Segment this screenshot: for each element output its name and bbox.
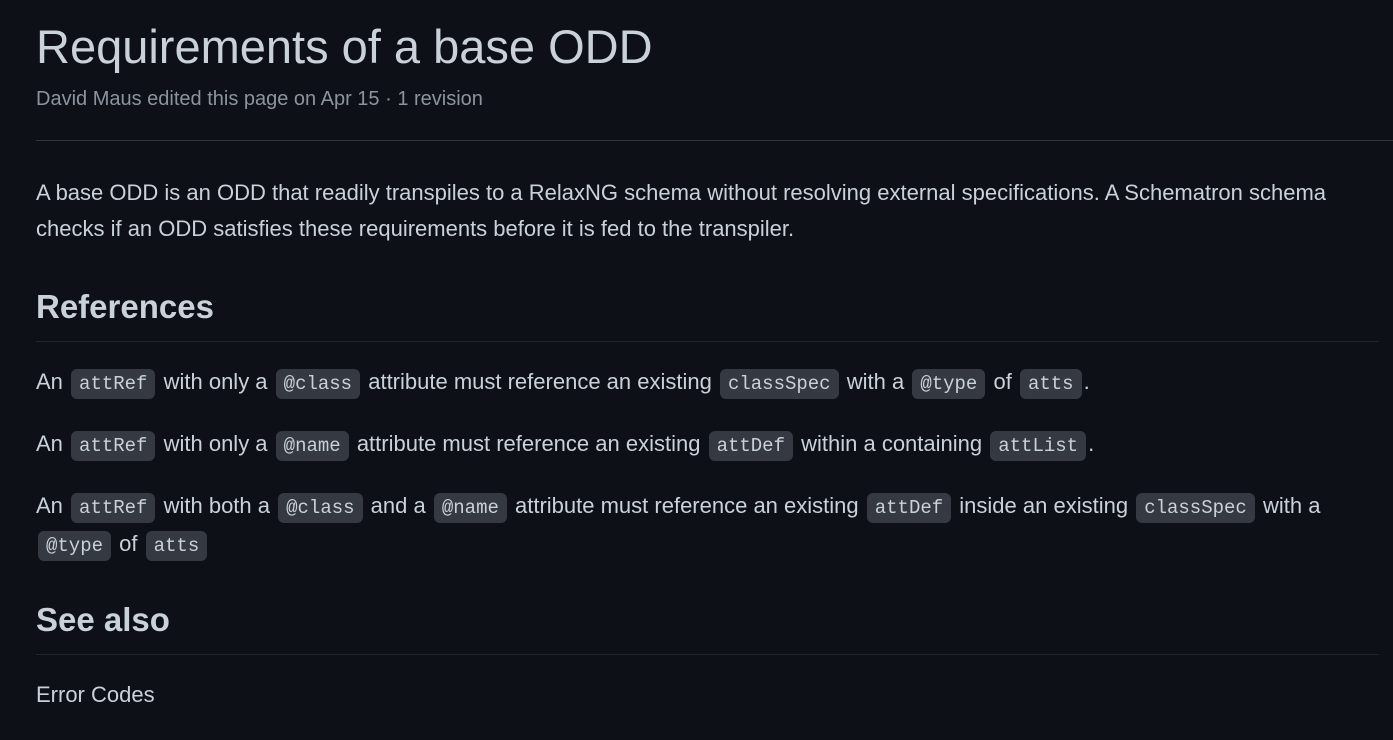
reference-rule-3: An attRef with both a @class and a @name…	[36, 488, 1379, 564]
text: with both a	[163, 493, 270, 518]
intro-paragraph: A base ODD is an ODD that readily transp…	[36, 180, 1327, 241]
page-meta: David Maus edited this page on Apr 15 · …	[36, 88, 483, 110]
inline-code: attDef	[866, 493, 952, 523]
text: attribute must reference an existing	[356, 431, 701, 456]
text: within a containing	[801, 431, 983, 456]
inline-code: attRef	[71, 369, 156, 399]
inline-code: attRef	[71, 493, 156, 523]
text: of	[119, 531, 138, 556]
divider	[36, 140, 1393, 141]
inline-code: attRef	[71, 431, 156, 461]
text: with a	[1262, 493, 1321, 518]
page-title: Requirements of a base ODD	[36, 20, 653, 73]
text: An	[36, 431, 63, 456]
text: .	[1083, 369, 1090, 394]
text: of	[993, 369, 1012, 394]
inline-code: classSpec	[719, 369, 839, 399]
wiki-page: Requirements of a base ODD David Maus ed…	[36, 0, 1393, 711]
error-codes-link[interactable]: Error Codes	[36, 679, 1393, 711]
inline-code: @class	[278, 493, 363, 523]
heading-rule	[36, 341, 1379, 342]
text: attribute must reference an existing	[515, 493, 859, 518]
text: An	[36, 369, 63, 394]
text: and a	[370, 493, 426, 518]
inline-code: @name	[433, 493, 507, 523]
text: with only a	[163, 369, 268, 394]
text: inside an existing	[959, 493, 1129, 518]
text: attribute must reference an existing	[368, 369, 712, 394]
inline-code: @type	[912, 369, 986, 399]
section-heading-see-also: See also	[36, 601, 170, 638]
inline-code: classSpec	[1136, 493, 1255, 523]
reference-rule-2: An attRef with only a @name attribute mu…	[36, 426, 1379, 464]
inline-code: attDef	[708, 431, 793, 461]
section-heading-references: References	[36, 288, 214, 325]
heading-rule	[36, 654, 1379, 655]
inline-code: @type	[38, 531, 112, 561]
reference-rule-1: An attRef with only a @class attribute m…	[36, 364, 1379, 402]
inline-code: attList	[990, 431, 1087, 461]
text: with only a	[163, 431, 268, 456]
inline-code: @class	[275, 369, 361, 399]
text: with a	[846, 369, 905, 394]
inline-code: @name	[275, 431, 349, 461]
inline-code: atts	[1019, 369, 1082, 399]
text: An	[36, 493, 63, 518]
text: .	[1088, 431, 1095, 456]
inline-code: atts	[145, 531, 208, 561]
